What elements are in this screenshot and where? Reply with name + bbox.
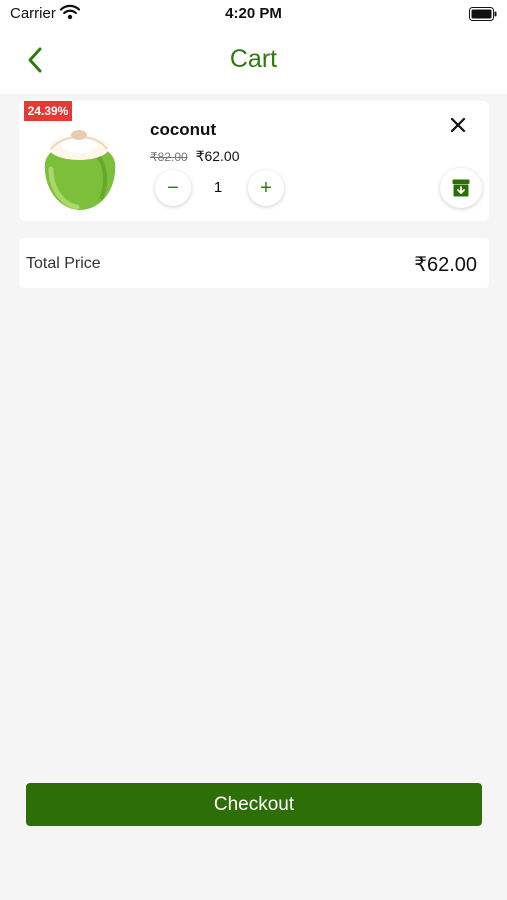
remove-item-button[interactable] bbox=[445, 112, 471, 138]
close-icon bbox=[450, 117, 466, 133]
discount-badge: 24.39% bbox=[24, 101, 72, 121]
quantity-value: 1 bbox=[213, 179, 223, 196]
checkout-button[interactable]: Checkout bbox=[26, 783, 482, 826]
increase-quantity-button[interactable]: + bbox=[248, 170, 284, 206]
sale-price: ₹62.00 bbox=[195, 148, 240, 164]
total-price-label: Total Price bbox=[26, 255, 101, 272]
archive-icon bbox=[452, 179, 470, 197]
product-name: coconut bbox=[150, 120, 217, 139]
save-for-later-button[interactable] bbox=[440, 168, 482, 208]
page-title: Cart bbox=[229, 45, 278, 73]
total-price-value: ₹62.00 bbox=[414, 254, 477, 276]
price-row: ₹82.00 ₹62.00 bbox=[150, 148, 240, 165]
total-price-card: Total Price ₹62.00 bbox=[19, 238, 489, 288]
clock-time: 4:20 PM bbox=[225, 5, 282, 22]
navigation-bar: Cart bbox=[0, 30, 507, 94]
product-image bbox=[37, 121, 121, 218]
decrease-quantity-button[interactable]: − bbox=[155, 170, 191, 206]
status-bar: Carrier 4:20 PM bbox=[0, 0, 507, 30]
cart-item-card: 24.39% coconut ₹82.00 ₹62.00 − 1 + bbox=[19, 101, 489, 221]
original-price: ₹82.00 bbox=[150, 150, 188, 164]
battery-icon bbox=[469, 7, 497, 26]
